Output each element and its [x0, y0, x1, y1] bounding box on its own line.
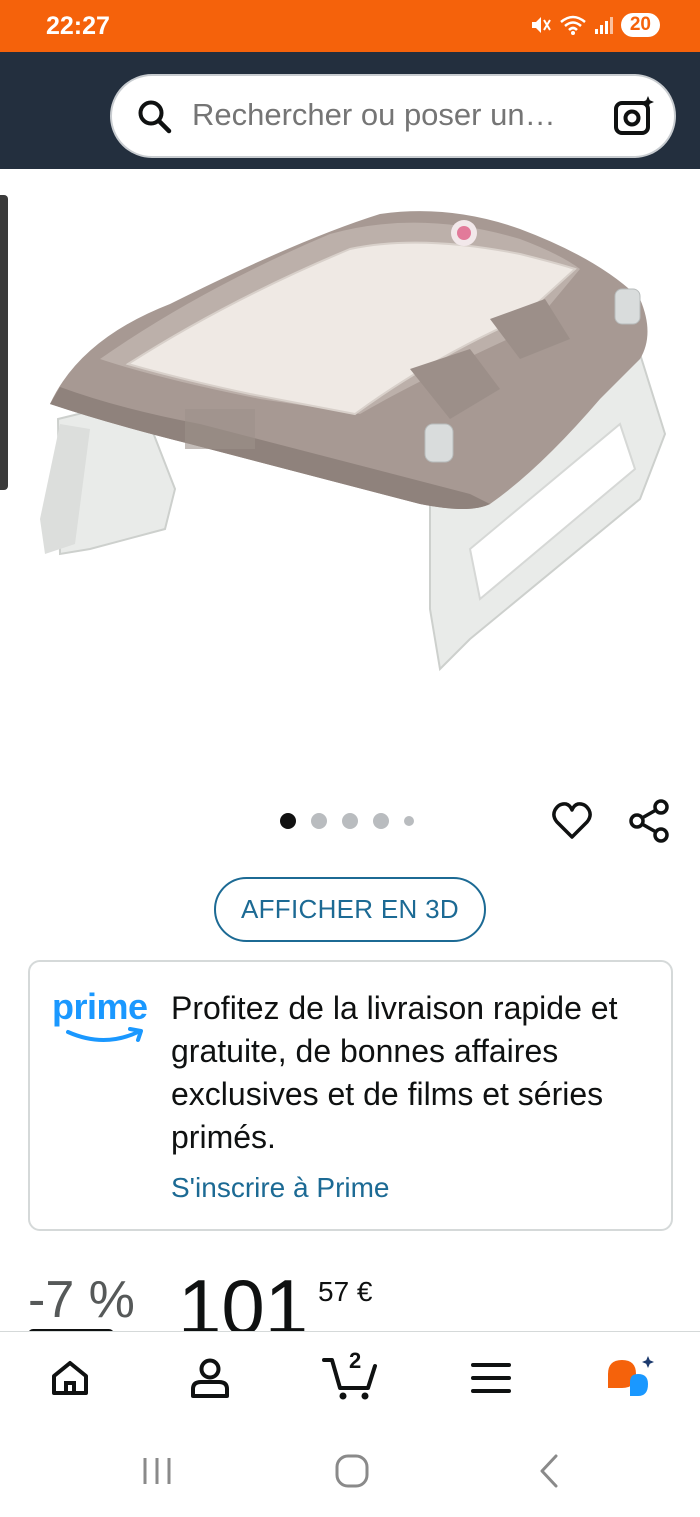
scroll-indicator — [0, 195, 8, 490]
search-bar[interactable] — [110, 74, 676, 158]
cart-count: 2 — [349, 1348, 362, 1373]
menu-icon — [471, 1363, 511, 1393]
prime-smile-icon — [66, 1027, 143, 1042]
carousel-dot[interactable] — [404, 816, 414, 826]
price-row: -7 % 101 57 € — [28, 1262, 678, 1332]
carousel-dot[interactable] — [342, 813, 358, 829]
status-bar: 22:27 20 — [0, 0, 700, 52]
nav-home[interactable] — [48, 1356, 92, 1405]
bottom-navigation: 2 — [0, 1331, 700, 1426]
prime-promo-card: prime Profitez de la livraison rapide et… — [28, 960, 673, 1231]
mute-icon — [531, 17, 551, 33]
recent-apps-icon[interactable] — [140, 1456, 174, 1486]
search-icon — [138, 100, 172, 134]
share-icon[interactable] — [628, 799, 672, 843]
prime-logo-text: prime — [52, 986, 148, 1027]
image-carousel-dots[interactable] — [280, 813, 414, 829]
battery-indicator: 20 — [620, 13, 660, 37]
wifi-icon — [560, 15, 586, 35]
search-input[interactable] — [192, 97, 602, 133]
signal-icon — [594, 17, 613, 34]
nav-cart[interactable]: 2 — [322, 1348, 378, 1405]
nav-menu[interactable] — [470, 1356, 512, 1405]
nav-account[interactable] — [188, 1356, 232, 1405]
rufus-icon — [608, 1356, 654, 1396]
nav-rufus[interactable] — [604, 1354, 656, 1405]
carousel-dot[interactable] — [373, 813, 389, 829]
changing-table-illustration — [40, 211, 667, 672]
price-whole: 101 — [178, 1263, 309, 1332]
account-icon — [191, 1358, 229, 1398]
home-button-icon[interactable] — [333, 1452, 371, 1490]
discount-percentage: -7 % — [28, 1271, 135, 1329]
prime-signup-link[interactable]: S'inscrire à Prime — [171, 1172, 390, 1204]
prime-description: Profitez de la livraison rapide et gratu… — [171, 990, 618, 1155]
status-time: 22:27 — [46, 12, 110, 40]
price-fraction: 57 € — [318, 1276, 373, 1307]
home-icon — [52, 1361, 88, 1395]
app-header — [0, 52, 700, 169]
prime-logo: prime — [52, 986, 157, 1048]
carousel-dot[interactable] — [311, 813, 327, 829]
product-image[interactable] — [0, 169, 700, 779]
heart-icon[interactable] — [551, 800, 593, 842]
system-navigation-bar — [0, 1426, 700, 1517]
camera-search-icon[interactable] — [612, 94, 656, 138]
status-icons: 20 — [529, 13, 660, 37]
view-3d-button[interactable]: AFFICHER EN 3D — [214, 877, 486, 942]
back-icon[interactable] — [534, 1453, 564, 1489]
carousel-dot[interactable] — [280, 813, 296, 829]
page: 22:27 20 Rechercher ou poser un… AFFICHE… — [0, 0, 700, 1517]
